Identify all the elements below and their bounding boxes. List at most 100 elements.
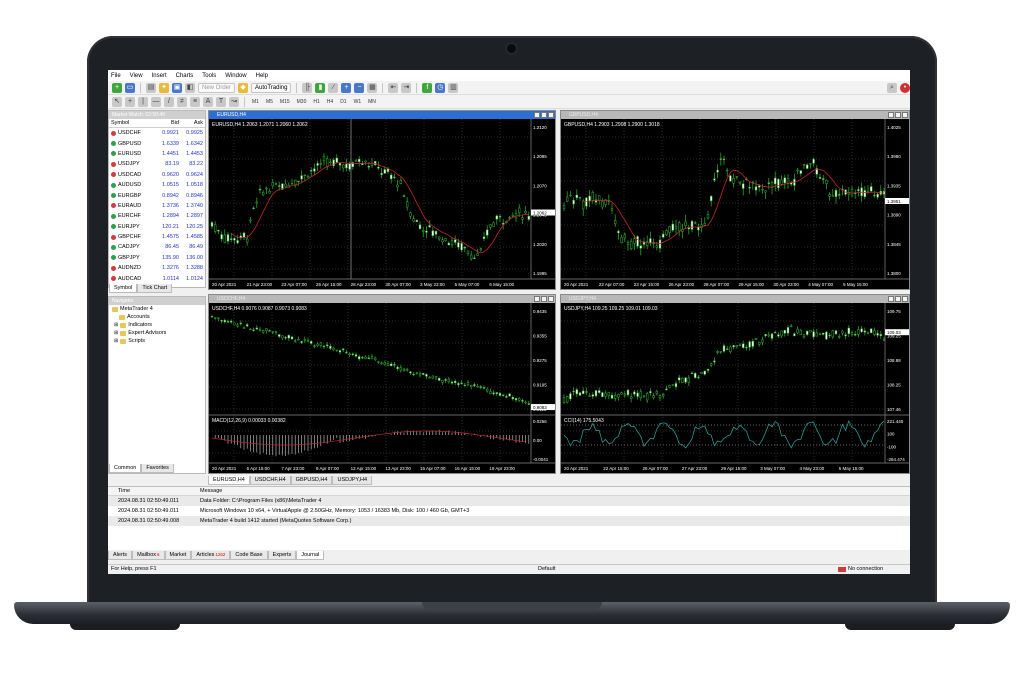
bar-chart-icon[interactable]: ╟: [302, 82, 313, 93]
tab-alerts[interactable]: Alerts: [108, 551, 133, 560]
timeframe-w1[interactable]: W1: [352, 99, 364, 105]
text-icon[interactable]: A: [203, 96, 213, 107]
journal-row[interactable]: 2024.08.31 02:50:49.011 Microsoft Window…: [108, 506, 910, 516]
timeframe-h4[interactable]: H4: [325, 99, 335, 105]
timeframe-m1[interactable]: M1: [250, 99, 261, 105]
timeframe-h1[interactable]: H1: [311, 99, 321, 105]
label-icon[interactable]: T: [216, 96, 226, 107]
market-watch-row[interactable]: GBPCHF 1.4575 1.4585: [109, 232, 205, 242]
menu-window[interactable]: Window: [225, 73, 246, 79]
zoom-in-icon[interactable]: +: [341, 82, 352, 93]
tab-articles[interactable]: Articles1262: [191, 551, 231, 560]
navigator-item-accounts[interactable]: Accounts: [109, 313, 205, 321]
new-order-button[interactable]: New Order: [198, 82, 236, 93]
metaeditor-icon[interactable]: ◆: [238, 82, 249, 93]
zoom-out-icon[interactable]: −: [354, 82, 365, 93]
menu-file[interactable]: File: [111, 73, 121, 79]
tab-favorites[interactable]: Favorites: [141, 464, 174, 473]
market-watch-row[interactable]: EURGBP 0.8942 0.8946: [109, 190, 205, 200]
market-watch-row[interactable]: EURAUD 1.3736 1.3740: [109, 201, 205, 211]
timeframe-m15[interactable]: M15: [278, 99, 292, 105]
profiles-icon[interactable]: ▭: [125, 82, 135, 93]
autoscroll-icon[interactable]: ⇥: [401, 82, 412, 93]
market-watch-row[interactable]: EURJPY 120.21 120.25: [109, 222, 205, 232]
market-watch-row[interactable]: USDCHF 0.9921 0.9925: [109, 128, 205, 138]
cursor-icon[interactable]: ↖: [112, 96, 122, 107]
templates-icon[interactable]: ▥: [448, 82, 459, 93]
tab-market[interactable]: Market: [164, 551, 192, 560]
connection-status[interactable]: No connection: [838, 565, 883, 574]
window-buttons[interactable]: [888, 295, 909, 303]
fibonacci-icon[interactable]: ≡: [190, 96, 200, 107]
tab-gbpusd[interactable]: GBPUSD,H4: [290, 476, 333, 485]
crosshair-icon[interactable]: +: [125, 96, 135, 107]
tab-code-base[interactable]: Code Base: [230, 551, 268, 560]
tab-symbol[interactable]: Symbol: [109, 283, 138, 293]
autotrading-button[interactable]: AutoTrading: [251, 82, 292, 93]
market-watch-icon[interactable]: ▤: [146, 82, 156, 93]
market-watch-row[interactable]: GBPJPY 135.90 136.00: [109, 253, 205, 263]
tab-usdchf[interactable]: USDCHF,H4: [249, 476, 291, 485]
market-watch-row[interactable]: EURCHF 1.2894 1.2897: [109, 211, 205, 221]
market-watch-row[interactable]: AUDUSD 1.0515 1.0518: [109, 180, 205, 190]
new-chart-icon[interactable]: +: [112, 82, 122, 93]
menu-insert[interactable]: Insert: [152, 73, 167, 79]
tester-icon[interactable]: ◧: [185, 82, 195, 93]
market-watch-row[interactable]: GBPUSD 1.6339 1.6342: [109, 138, 205, 148]
col-time[interactable]: Time: [108, 488, 200, 494]
vertical-line-icon[interactable]: |: [138, 96, 148, 107]
arrows-icon[interactable]: ↝: [229, 96, 239, 107]
journal-row[interactable]: 2024.08.31 02:50:49.008 MetaTrader 4 bui…: [108, 516, 910, 526]
periods-icon[interactable]: ◷: [435, 82, 446, 93]
menu-tools[interactable]: Tools: [202, 73, 216, 79]
navigator-item-scripts[interactable]: ⊞ Scripts: [109, 337, 205, 345]
window-buttons[interactable]: [534, 111, 555, 119]
tab-journal[interactable]: Journal: [296, 551, 325, 560]
navigator-item-expert-advisors[interactable]: ⊞ Expert Advisors: [109, 329, 205, 337]
window-buttons[interactable]: [534, 295, 555, 303]
tab-common[interactable]: Common: [109, 464, 142, 473]
menu-help[interactable]: Help: [256, 73, 268, 79]
market-watch-row[interactable]: USDCAD 0.9620 0.9624: [109, 170, 205, 180]
journal-row[interactable]: 2024.08.31 02:50:49.011 Data Folder: C:\…: [108, 496, 910, 506]
menu-charts[interactable]: Charts: [176, 73, 194, 79]
tab-eurusd[interactable]: EURUSD,H4: [208, 476, 250, 485]
market-watch-row[interactable]: EURUSD 1.4451 1.4453: [109, 149, 205, 159]
search-icon[interactable]: ⌕: [887, 82, 897, 93]
tab-mailbox[interactable]: Mailbox6: [132, 551, 165, 560]
horizontal-line-icon[interactable]: —: [151, 96, 161, 107]
candlestick-icon[interactable]: ▮: [315, 82, 326, 93]
market-watch-row[interactable]: AUDCAD 1.0114 1.0124: [109, 273, 205, 283]
chart-shift-icon[interactable]: ⇤: [388, 82, 399, 93]
line-chart-icon[interactable]: ∕: [328, 82, 339, 93]
chart-window-usdchf[interactable]: USDCHF,H4 USDCHF,H4 0.9076 0.9087 0.9073…: [208, 294, 556, 474]
chart-window-gbpusd[interactable]: GBPUSD,H4 GBPUSD,H4 1.2903 1.2908 1.2900…: [560, 110, 910, 290]
timeframe-d1[interactable]: D1: [338, 99, 348, 105]
signal-icon[interactable]: •: [900, 82, 910, 93]
trendline-icon[interactable]: /: [164, 96, 174, 107]
window-buttons[interactable]: [888, 111, 909, 119]
col-message[interactable]: Message: [200, 488, 910, 494]
timeframe-m5[interactable]: M5: [264, 99, 275, 105]
terminal-icon[interactable]: ▣: [172, 82, 182, 93]
col-symbol[interactable]: Symbol: [109, 120, 151, 126]
tile-windows-icon[interactable]: ▦: [367, 82, 378, 93]
market-watch-row[interactable]: AUDNZD 1.3276 1.3288: [109, 263, 205, 273]
market-watch-row[interactable]: USDJPY 83.19 83.22: [109, 159, 205, 169]
col-ask[interactable]: Ask: [179, 120, 205, 126]
indicators-icon[interactable]: f: [422, 82, 433, 93]
market-watch-row[interactable]: CADJPY 86.45 86.49: [109, 242, 205, 252]
timeframe-m30[interactable]: M30: [295, 99, 309, 105]
col-bid[interactable]: Bid: [151, 120, 179, 126]
navigator-item-indicators[interactable]: ⊞ Indicators: [109, 321, 205, 329]
chart-window-eurusd[interactable]: EURUSD,H4 EURUSD,H4 1.2063 1.2071 1.2060…: [208, 110, 556, 290]
chart-window-usdjpy[interactable]: USDJPY,H4 USDJPY,H4 109.25 109.25 109.01…: [560, 294, 910, 474]
navigator-icon[interactable]: ✦: [159, 82, 169, 93]
tab-tick-chart[interactable]: Tick Chart: [137, 283, 173, 293]
tab-usdjpy[interactable]: USDJPY,H4: [332, 476, 373, 485]
navigator-root[interactable]: MetaTrader 4: [109, 305, 205, 313]
tab-experts[interactable]: Experts: [267, 551, 297, 560]
menu-view[interactable]: View: [130, 73, 143, 79]
timeframe-mn[interactable]: MN: [366, 99, 378, 105]
channel-icon[interactable]: ≠: [177, 96, 187, 107]
